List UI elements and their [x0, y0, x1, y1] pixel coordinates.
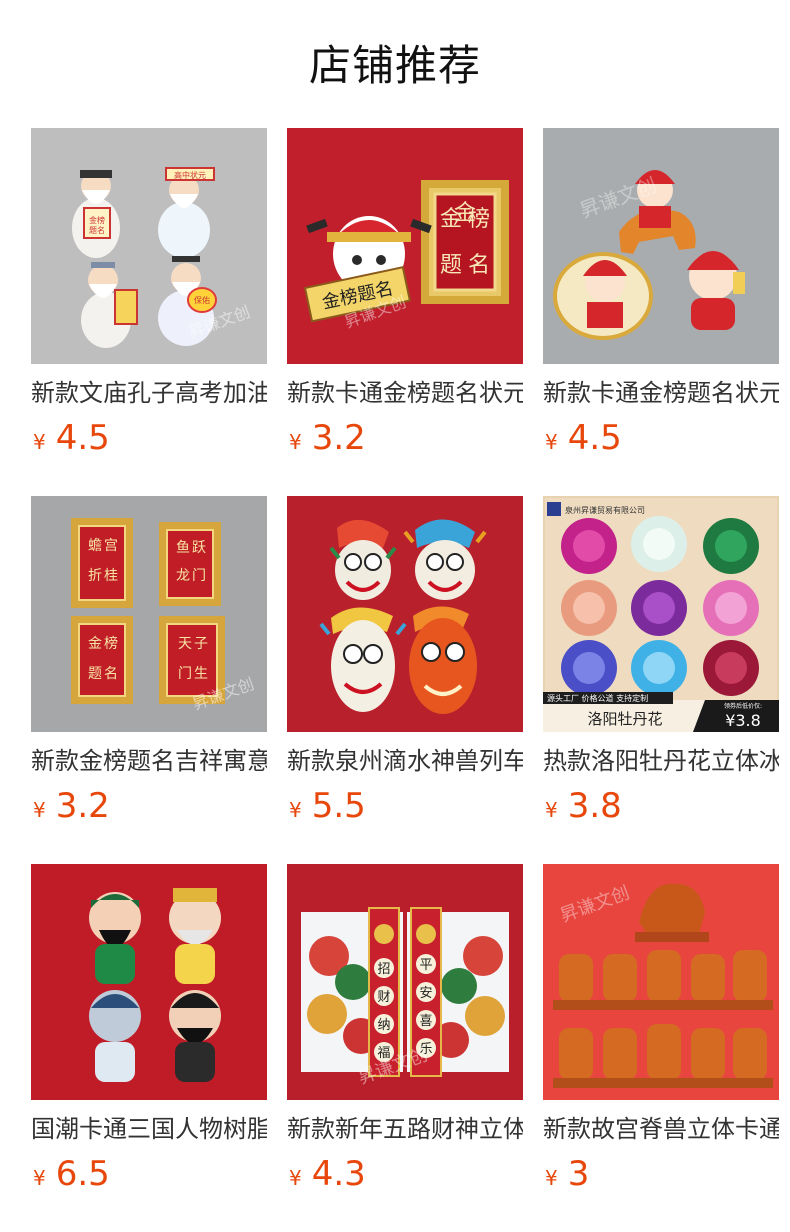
currency-symbol: ¥	[33, 798, 46, 822]
product-image[interactable]: 昇谦文创	[543, 128, 779, 364]
svg-text:折: 折	[88, 568, 102, 584]
product-image[interactable]: 招 财 纳 福 平 安 喜 乐 昇谦文创	[287, 864, 523, 1100]
product-price: 3.2	[311, 418, 366, 458]
product-card[interactable]: 蟾 宫 折 桂 鱼 跃 龙 门 金 榜 题 名 天 子 门 生 昇谦文创 新款金…	[31, 496, 267, 864]
svg-text:题: 题	[88, 666, 102, 682]
product-price: 4.5	[567, 418, 622, 458]
currency-symbol: ¥	[545, 1166, 558, 1190]
product-image[interactable]: 金 金 榜 题 名 金榜题名 昇谦文创	[287, 128, 523, 364]
product-grid: 金榜 题名 高中状元 保佑 昇谦文创 新款文庙孔子高考加油 ¥ 4.5 金 金 …	[31, 128, 790, 1232]
banner-tagline: 源头工厂 价格公道 支持定制	[547, 693, 648, 703]
couplet-char: 安	[419, 986, 432, 1001]
svg-text:金: 金	[440, 207, 462, 232]
product-name[interactable]: 新款文庙孔子高考加油冰箱贴	[31, 376, 267, 410]
product-card[interactable]: 招 财 纳 福 平 安 喜 乐 昇谦文创 新款新年五路财神立体 ¥ 4.3	[287, 864, 523, 1232]
product-name[interactable]: 新款卡通金榜题名状元冰箱贴	[287, 376, 523, 410]
couplet-char: 平	[419, 958, 432, 973]
price-row: ¥ 3.2	[287, 416, 523, 460]
price-row: ¥ 5.5	[287, 784, 523, 828]
product-image[interactable]: 蟾 宫 折 桂 鱼 跃 龙 门 金 榜 题 名 天 子 门 生 昇谦文创	[31, 496, 267, 732]
svg-text:门: 门	[178, 666, 192, 682]
product-price: 3.8	[567, 786, 622, 826]
currency-symbol: ¥	[33, 430, 46, 454]
product-image[interactable]	[31, 864, 267, 1100]
currency-symbol: ¥	[289, 798, 302, 822]
svg-text:题名: 题名	[89, 225, 105, 235]
svg-text:金榜: 金榜	[89, 215, 105, 225]
svg-text:题: 题	[440, 253, 462, 278]
product-card[interactable]: 昇谦文创 新款故宫脊兽立体卡通冰箱贴 ¥ 3	[543, 864, 779, 1232]
product-image[interactable]: 昇谦文创	[543, 864, 779, 1100]
svg-text:高中状元: 高中状元	[174, 170, 206, 180]
product-name[interactable]: 国潮卡通三国人物树脂冰箱贴	[31, 1112, 267, 1146]
svg-text:鱼: 鱼	[176, 539, 190, 556]
banner-price: ¥3.8	[725, 711, 761, 730]
svg-text:宫: 宫	[104, 538, 118, 554]
product-image[interactable]: 金榜 题名 高中状元 保佑 昇谦文创	[31, 128, 267, 364]
product-card[interactable]: 金 金 榜 题 名 金榜题名 昇谦文创 新款卡通金榜题名状元 ¥ 3.2	[287, 128, 523, 496]
product-name[interactable]: 新款金榜题名吉祥寓意冰箱贴	[31, 744, 267, 778]
product-image[interactable]: 泉州昇谦贸易有限公司 源头工厂 价格公道 支持定制 洛阳牡丹花 领券后低价仅: …	[543, 496, 779, 732]
svg-text:跃: 跃	[192, 540, 206, 556]
product-name[interactable]: 热款洛阳牡丹花立体冰箱贴	[543, 744, 779, 778]
svg-text:榜: 榜	[104, 635, 118, 652]
page-title: 店铺推荐	[308, 41, 481, 90]
svg-text:榜: 榜	[468, 207, 490, 232]
currency-symbol: ¥	[289, 1166, 302, 1190]
svg-text:金: 金	[88, 636, 102, 652]
svg-text:天: 天	[178, 636, 192, 652]
banner-price-label: 领券后低价仅:	[724, 702, 762, 710]
svg-text:蟾: 蟾	[88, 538, 102, 554]
couplet-char: 喜	[419, 1014, 432, 1029]
company-name: 泉州昇谦贸易有限公司	[565, 505, 645, 515]
product-price: 3	[567, 1154, 590, 1194]
product-card[interactable]: 新款泉州滴水神兽列车冰箱贴 ¥ 5.5	[287, 496, 523, 864]
svg-text:保佑: 保佑	[194, 295, 210, 305]
product-name[interactable]: 新款故宫脊兽立体卡通冰箱贴	[543, 1112, 779, 1146]
product-name[interactable]: 新款泉州滴水神兽列车冰箱贴	[287, 744, 523, 778]
product-image[interactable]	[287, 496, 523, 732]
svg-text:子: 子	[194, 636, 208, 652]
price-row: ¥ 3.2	[31, 784, 267, 828]
product-card[interactable]: 金榜 题名 高中状元 保佑 昇谦文创 新款文庙孔子高考加油 ¥ 4.5	[31, 128, 267, 496]
shop-recommendation-page: 店铺推荐 金榜 题名 高中状元 保佑 昇谦文创 新款文庙孔子高考加油 ¥ 4.5…	[0, 0, 790, 1232]
product-name[interactable]: 新款新年五路财神立体冰箱贴	[287, 1112, 523, 1146]
banner-title: 洛阳牡丹花	[587, 710, 662, 728]
product-price: 3.2	[55, 786, 110, 826]
currency-symbol: ¥	[33, 1166, 46, 1190]
couplet-char: 财	[377, 990, 390, 1005]
product-price: 4.5	[55, 418, 110, 458]
product-price: 4.3	[311, 1154, 366, 1194]
price-row: ¥ 4.5	[543, 416, 779, 460]
svg-text:桂: 桂	[104, 568, 118, 584]
couplet-char: 招	[377, 962, 390, 977]
price-row: ¥ 6.5	[31, 1152, 267, 1196]
price-row: ¥ 4.3	[287, 1152, 523, 1196]
svg-text:生: 生	[194, 666, 208, 682]
product-price: 5.5	[311, 786, 366, 826]
product-card[interactable]: 昇谦文创 新款卡通金榜题名状元骑马冰箱贴 ¥ 4.5	[543, 128, 779, 496]
couplet-char: 纳	[377, 1018, 390, 1033]
svg-text:门: 门	[192, 568, 206, 584]
product-name[interactable]: 新款卡通金榜题名状元骑马冰箱贴	[543, 376, 779, 410]
currency-symbol: ¥	[545, 430, 558, 454]
price-row: ¥ 3	[543, 1152, 779, 1196]
product-price: 6.5	[55, 1154, 110, 1194]
currency-symbol: ¥	[289, 430, 302, 454]
product-card[interactable]: 泉州昇谦贸易有限公司 源头工厂 价格公道 支持定制 洛阳牡丹花 领券后低价仅: …	[543, 496, 779, 864]
currency-symbol: ¥	[545, 798, 558, 822]
svg-text:名: 名	[104, 666, 118, 682]
price-row: ¥ 3.8	[543, 784, 779, 828]
product-card[interactable]: 国潮卡通三国人物树脂冰箱贴 ¥ 6.5	[31, 864, 267, 1232]
svg-text:名: 名	[468, 253, 490, 278]
svg-text:龙: 龙	[176, 568, 190, 584]
price-row: ¥ 4.5	[31, 416, 267, 460]
